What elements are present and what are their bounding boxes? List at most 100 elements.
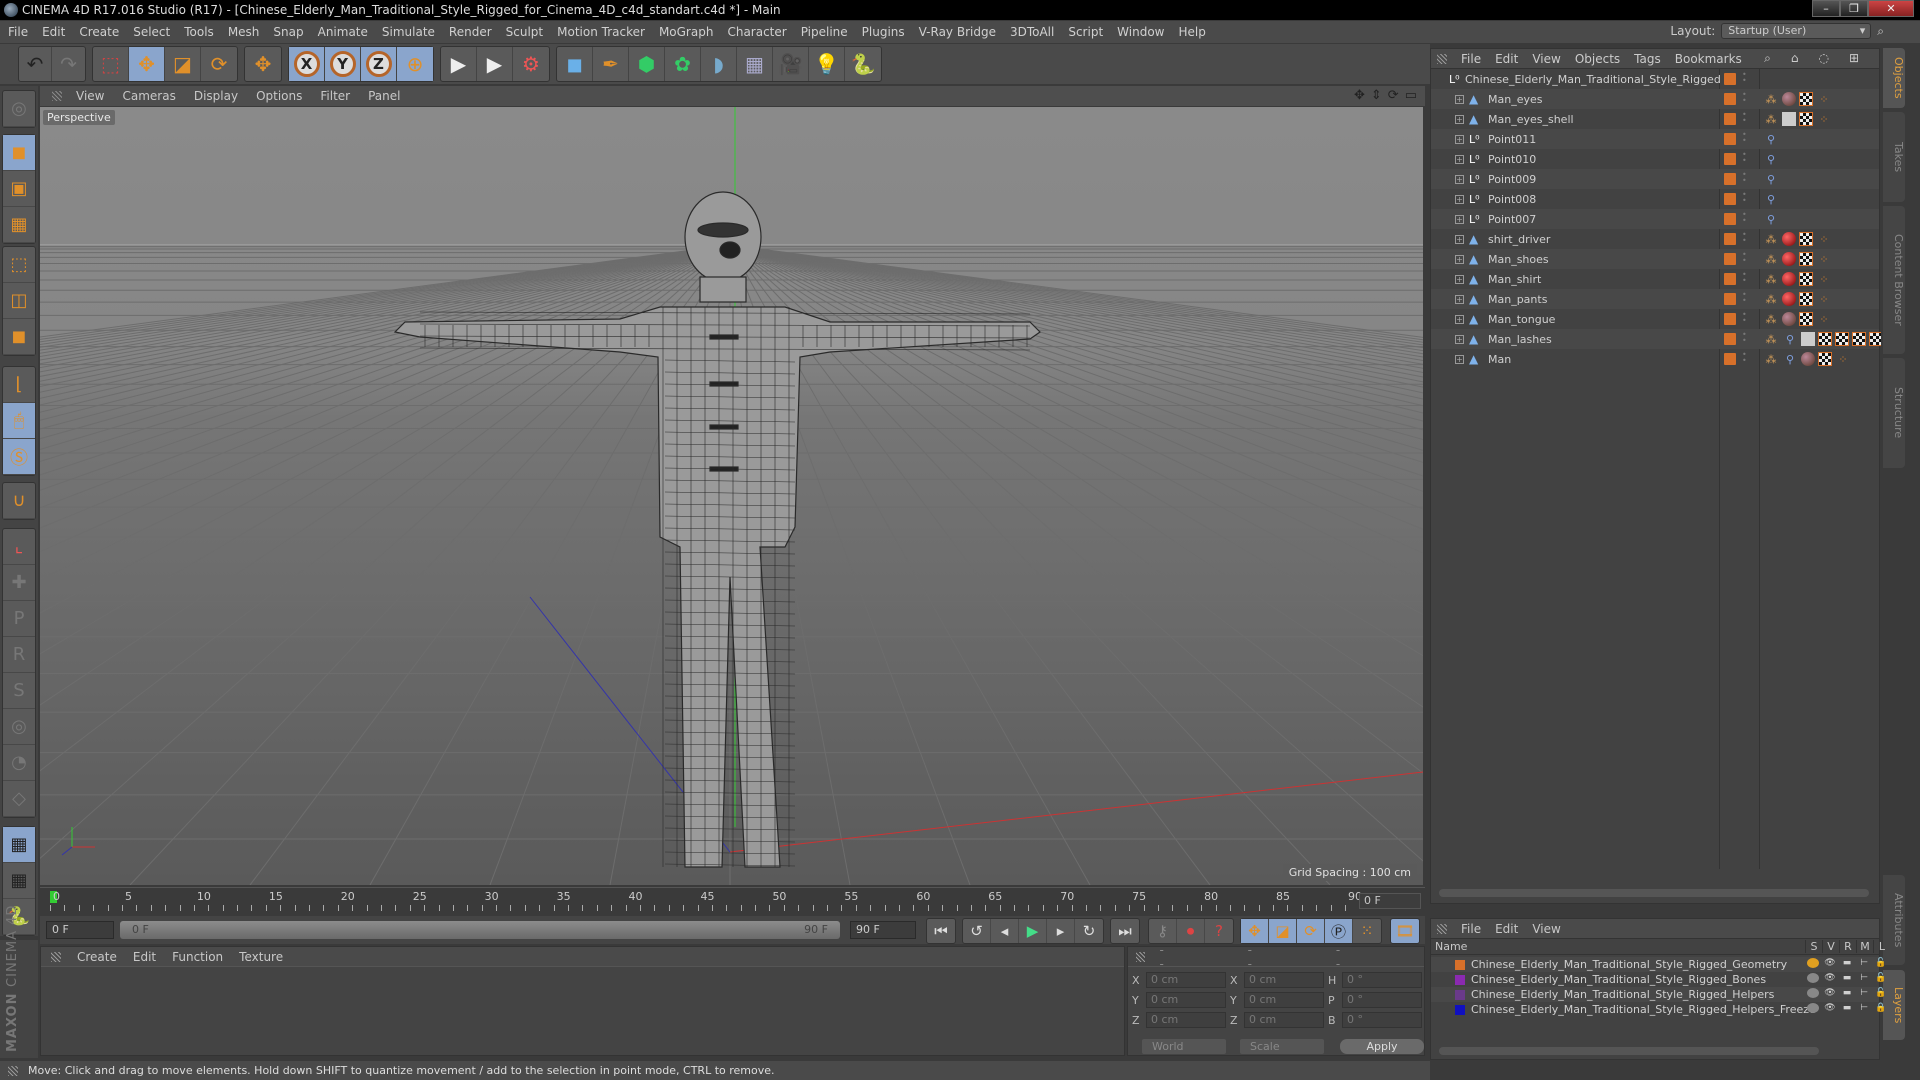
viewport-menu-view[interactable]: View	[76, 89, 104, 103]
redo-button[interactable]: ↷	[52, 47, 85, 81]
lock-toggle-unlocked-icon[interactable]: 🔓	[1875, 988, 1887, 1001]
new-panel-icon[interactable]: ⊞	[1849, 51, 1859, 66]
next-key-button[interactable]: ↻	[1075, 919, 1103, 943]
camera-label[interactable]: Perspective	[43, 110, 115, 125]
panel-grip-icon[interactable]	[1136, 951, 1146, 962]
menu-tools[interactable]: Tools	[184, 25, 214, 39]
layer-color-swatch[interactable]	[1455, 1004, 1465, 1015]
expand-toggle[interactable]: +	[1455, 334, 1464, 344]
timeline-ruler[interactable]: 0 5 10 15 20 25 30 35 40 45 50 55 60 65 70 75 80 85 90 0 F	[40, 887, 1425, 915]
layer-color-swatch[interactable]	[1455, 974, 1465, 985]
weight-tag-icon[interactable]: ⁘	[1816, 251, 1832, 267]
rotation-b-field[interactable]: 0 °	[1342, 1012, 1422, 1028]
transform-mode-dropdown[interactable]: Scale	[1240, 1039, 1324, 1054]
render-to-picture-viewer-button[interactable]: ▶	[477, 47, 513, 81]
menu-character[interactable]: Character	[727, 25, 786, 39]
toggle-panel-icon[interactable]: ▭	[1405, 88, 1417, 103]
visibility-dots[interactable]: • •	[1742, 291, 1747, 306]
move-tool-button[interactable]: ✥	[129, 47, 165, 81]
material-tag-icon[interactable]	[1801, 352, 1815, 366]
uvw-tag-icon[interactable]	[1799, 292, 1813, 306]
render-toggle-clapboard-icon[interactable]: ▬	[1841, 973, 1853, 986]
lock-toggle-locked-icon[interactable]: 🔒	[1875, 1003, 1887, 1016]
menu-window[interactable]: Window	[1117, 25, 1164, 39]
menu-create[interactable]: Create	[79, 25, 119, 39]
position-y-field[interactable]: 0 cm	[1146, 992, 1226, 1008]
menu-edit[interactable]: Edit	[42, 25, 65, 39]
next-frame-button[interactable]: ▸	[1047, 919, 1075, 943]
layer-color-swatch[interactable]	[1724, 113, 1736, 125]
undo-button[interactable]: ↶	[19, 47, 53, 81]
texture-mode-button[interactable]: ▣	[3, 171, 35, 207]
make-editable-button[interactable]: ◎	[3, 91, 35, 127]
material-menu-edit[interactable]: Edit	[133, 950, 156, 964]
menu-select[interactable]: Select	[133, 25, 170, 39]
live-selection-button[interactable]: ⬚	[93, 47, 129, 81]
object-menu-edit[interactable]: Edit	[1495, 52, 1518, 66]
menu-plugins[interactable]: Plugins	[862, 25, 905, 39]
material-menu-create[interactable]: Create	[77, 950, 117, 964]
manager-toggle-hierarchy-icon[interactable]: ⊢	[1858, 973, 1870, 986]
weight-tag-icon[interactable]: ⁘	[1816, 311, 1832, 327]
previous-frame-button[interactable]: ◂	[991, 919, 1019, 943]
weight-tag-icon[interactable]: ⁘	[1816, 271, 1832, 287]
manager-toggle-hierarchy-icon[interactable]: ⊢	[1858, 958, 1870, 971]
material-tag-icon[interactable]	[1782, 252, 1796, 266]
uvw-tag-icon[interactable]	[1818, 352, 1832, 366]
play-button[interactable]: ▶	[1019, 919, 1047, 943]
rotate-tool-button[interactable]: ⟳	[201, 47, 237, 81]
constraint-tag-icon[interactable]: ⚲	[1782, 331, 1798, 347]
record-keys-button[interactable]: ⚷	[1149, 919, 1177, 943]
record-position-button[interactable]: ✥	[1241, 919, 1269, 943]
uvw-tag-icon[interactable]	[1799, 312, 1813, 326]
render-toggle-clapboard-icon[interactable]: ▬	[1841, 988, 1853, 1001]
manager-toggle-hierarchy-icon[interactable]: ⊢	[1858, 988, 1870, 1001]
layer-color-swatch[interactable]	[1455, 989, 1465, 1000]
visible-toggle-eye-icon[interactable]: 👁	[1824, 988, 1836, 1001]
object-row[interactable]: + L⁰ Point009 • • ⚲	[1431, 169, 1879, 189]
layer-color-swatch[interactable]	[1724, 253, 1736, 265]
solo-toggle[interactable]	[1807, 958, 1819, 971]
rotation-p-field[interactable]: 0 °	[1342, 992, 1422, 1008]
object-row[interactable]: + ▲ Man_shirt • • ⁂ ⁘	[1431, 269, 1879, 289]
close-button[interactable]: ✕	[1868, 0, 1914, 17]
weight-tag-icon[interactable]: ⁘	[1816, 291, 1832, 307]
snap-psr-button[interactable]: S	[3, 673, 35, 709]
menu-script[interactable]: Script	[1068, 25, 1103, 39]
expand-toggle[interactable]: +	[1455, 174, 1464, 184]
weight-tag-icon[interactable]: ⁘	[1816, 111, 1832, 127]
phong-tag-icon[interactable]: ⁂	[1763, 311, 1779, 327]
solo-toggle[interactable]	[1807, 1003, 1819, 1016]
tab-objects[interactable]: Objects	[1883, 48, 1905, 108]
solo-toggle[interactable]	[1807, 973, 1819, 986]
layer-color-swatch[interactable]	[1455, 959, 1465, 970]
material-tag-icon[interactable]	[1782, 272, 1796, 286]
material-menu-function[interactable]: Function	[172, 950, 223, 964]
layer-row[interactable]: Chinese_Elderly_Man_Traditional_Style_Ri…	[1431, 1002, 1887, 1017]
object-menu-bookmarks[interactable]: Bookmarks	[1675, 52, 1742, 66]
uvw-tag-icon[interactable]	[1799, 92, 1813, 106]
rotation-h-field[interactable]: 0 °	[1342, 972, 1422, 988]
snap-add-button[interactable]: ✚	[3, 565, 35, 601]
menu-v-ray-bridge[interactable]: V-Ray Bridge	[919, 25, 996, 39]
layer-color-swatch[interactable]	[1724, 213, 1736, 225]
workplane-mode-button[interactable]: ▦	[3, 207, 35, 243]
snap-p-button[interactable]: P	[3, 601, 35, 637]
size-z-field[interactable]: 0 cm	[1244, 1012, 1324, 1028]
end-frame-field[interactable]: 90 F	[850, 921, 916, 939]
lock-toggle-unlocked-icon[interactable]: 🔓	[1875, 973, 1887, 986]
name-column-header[interactable]: Name	[1435, 940, 1467, 953]
record-scale-button[interactable]: ◪	[1269, 919, 1297, 943]
go-to-start-button[interactable]: ⏮	[927, 919, 955, 943]
uvw-tag-icon[interactable]	[1799, 252, 1813, 266]
expand-toggle[interactable]: +	[1455, 154, 1464, 164]
render-view-button[interactable]: ▶	[441, 47, 477, 81]
manager-toggle-hierarchy-icon[interactable]: ⊢	[1858, 1003, 1870, 1016]
object-row[interactable]: + L⁰ Point011 • • ⚲	[1431, 129, 1879, 149]
expand-toggle[interactable]: +	[1455, 254, 1464, 264]
floor-button[interactable]: ▦	[737, 47, 773, 81]
visibility-dots[interactable]: • •	[1742, 211, 1747, 226]
z-axis-lock-button[interactable]: Z	[361, 47, 397, 81]
visibility-dots[interactable]: • •	[1742, 71, 1747, 86]
layer-column-m[interactable]: M	[1856, 940, 1873, 953]
